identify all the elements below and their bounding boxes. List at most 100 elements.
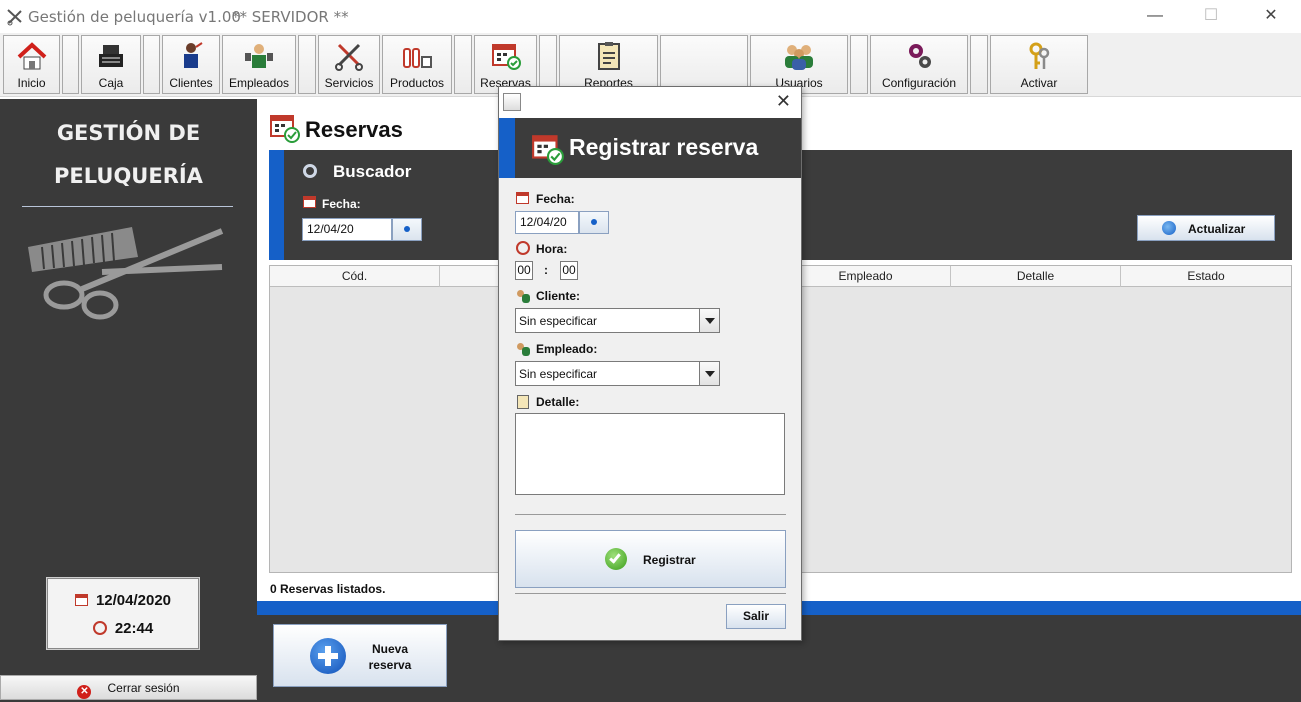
scissors-comb-icon: [335, 43, 363, 71]
search-header: Buscador: [333, 162, 412, 181]
detalle-label: Detalle:: [536, 395, 580, 409]
column-header-empleado[interactable]: Empleado: [781, 266, 951, 287]
cliente-select[interactable]: Sin especificar: [515, 308, 720, 333]
fecha-input[interactable]: 12/04/20: [515, 211, 579, 234]
accent-bar: [499, 118, 515, 178]
toolbar-label: Inicio: [17, 76, 46, 90]
column-header-detalle[interactable]: Detalle: [951, 266, 1121, 287]
toolbar-separator: [298, 35, 316, 94]
toolbar-label: Empleados: [228, 76, 290, 90]
calendar-check-icon: [270, 115, 300, 143]
time-separator: :: [544, 263, 548, 277]
toolbar-separator: [62, 35, 79, 94]
close-window-button[interactable]: ✕: [1248, 4, 1294, 28]
toolbar-productos-button[interactable]: Productos: [382, 35, 452, 94]
toolbar-servicios-button[interactable]: Servicios: [318, 35, 380, 94]
toolbar-separator: [454, 35, 472, 94]
column-header-estado[interactable]: Estado: [1121, 266, 1291, 287]
search-date-picker-button[interactable]: [392, 218, 422, 241]
notepad-icon: [515, 394, 531, 410]
client-icon: [184, 42, 203, 68]
report-icon: [597, 42, 620, 70]
date-time-panel: 12/04/2020 22:44: [46, 577, 200, 650]
minute-spinner[interactable]: 00: [560, 261, 578, 280]
home-icon: [17, 42, 46, 70]
empleado-select-value: Sin especificar: [519, 367, 598, 381]
divider: [515, 514, 786, 515]
search-date-label: Fecha:: [322, 197, 361, 211]
dialog-close-button[interactable]: ✕: [776, 91, 791, 112]
brand-divider: [22, 206, 233, 207]
toolbar-label: Activar: [1020, 76, 1058, 90]
toolbar-separator: [850, 35, 868, 94]
toolbar-caja-button[interactable]: Caja: [81, 35, 141, 94]
toolbar-inicio-button[interactable]: Inicio: [3, 35, 60, 94]
hour-spinner[interactable]: 00: [515, 261, 533, 280]
pin-icon: [404, 226, 410, 232]
refresh-label: Actualizar: [1188, 222, 1246, 236]
gears-icon: [909, 44, 931, 68]
scissors-comb-logo-icon: [28, 227, 224, 320]
search-icon: [303, 164, 317, 178]
toolbar-configuracion-button[interactable]: Configuración: [870, 35, 968, 94]
server-label: ** SERVIDOR **: [232, 8, 349, 26]
calendar-check-icon: [532, 135, 564, 165]
calendar-check-icon: [491, 44, 521, 70]
register-label: Registrar: [643, 553, 696, 567]
refresh-icon: [1162, 221, 1176, 235]
search-date-input[interactable]: 12/04/20: [302, 218, 392, 241]
window-title: Gestión de peluquería v1.00: [28, 8, 241, 26]
reservas-count: 0 Reservas listados.: [270, 582, 386, 596]
page-title: Reservas: [305, 117, 403, 142]
toolbar-label: Configuración: [881, 76, 957, 90]
divider: [515, 593, 786, 594]
calendar-icon: [74, 594, 88, 606]
empleado-select[interactable]: Sin especificar: [515, 361, 720, 386]
toolbar-label: Clientes: [169, 76, 213, 90]
pin-icon: [591, 219, 597, 225]
refresh-button[interactable]: Actualizar: [1137, 215, 1275, 241]
empleado-label: Empleado:: [536, 342, 598, 356]
window-titlebar: Gestión de peluquería v1.00 ** SERVIDOR …: [0, 0, 1301, 33]
cliente-select-value: Sin especificar: [519, 314, 598, 328]
dialog-titlebar: ✕: [499, 87, 801, 118]
minimize-button[interactable]: —: [1132, 4, 1178, 28]
toolbar-empleados-button[interactable]: Empleados: [222, 35, 296, 94]
brand-title-line1: GESTIÓN DE: [56, 121, 201, 145]
close-circle-icon: ✕: [77, 685, 92, 699]
users-icon: [785, 45, 813, 70]
current-time: 22:44: [114, 620, 154, 637]
calendar-icon: [515, 191, 531, 207]
new-reservation-button[interactable]: Nueva reserva: [273, 624, 447, 687]
register-button[interactable]: Registrar: [515, 530, 786, 588]
detalle-textarea[interactable]: [515, 413, 785, 495]
plus-circle-icon: [310, 638, 346, 674]
dialog-header: Registrar reserva: [499, 118, 801, 178]
column-header-cod[interactable]: Cód.: [270, 266, 440, 287]
toolbar-label: Productos: [389, 76, 445, 90]
new-reservation-label-line1: Nueva: [371, 642, 409, 656]
chevron-down-icon[interactable]: [699, 309, 719, 332]
logout-button[interactable]: ✕ Cerrar sesión: [0, 675, 257, 700]
brand-title-line2: PELUQUERÍA: [54, 164, 203, 188]
new-reservation-label-line2: reserva: [368, 658, 412, 672]
java-icon: [503, 93, 521, 111]
clock-icon: [92, 621, 107, 635]
clock-icon: [515, 240, 531, 256]
bottles-icon: [403, 48, 432, 68]
maximize-button[interactable]: ☐: [1188, 4, 1234, 28]
logout-label: Cerrar sesión: [107, 681, 180, 695]
exit-button[interactable]: Salir: [726, 604, 786, 629]
fecha-picker-button[interactable]: [579, 211, 609, 234]
toolbar-label: Caja: [98, 76, 124, 90]
calendar-icon: [303, 196, 316, 208]
cliente-label: Cliente:: [536, 289, 581, 303]
toolbar-activar-button[interactable]: Activar: [990, 35, 1088, 94]
toolbar-clientes-button[interactable]: Clientes: [162, 35, 220, 94]
current-date: 12/04/2020: [95, 592, 172, 609]
chevron-down-icon[interactable]: [699, 362, 719, 385]
keys-icon: [1029, 42, 1050, 69]
client-icon: [515, 288, 531, 304]
register-reservation-dialog: ✕ Registrar reserva Fecha: 12/04/20 Hora…: [498, 86, 802, 641]
check-circle-icon: [605, 548, 627, 570]
